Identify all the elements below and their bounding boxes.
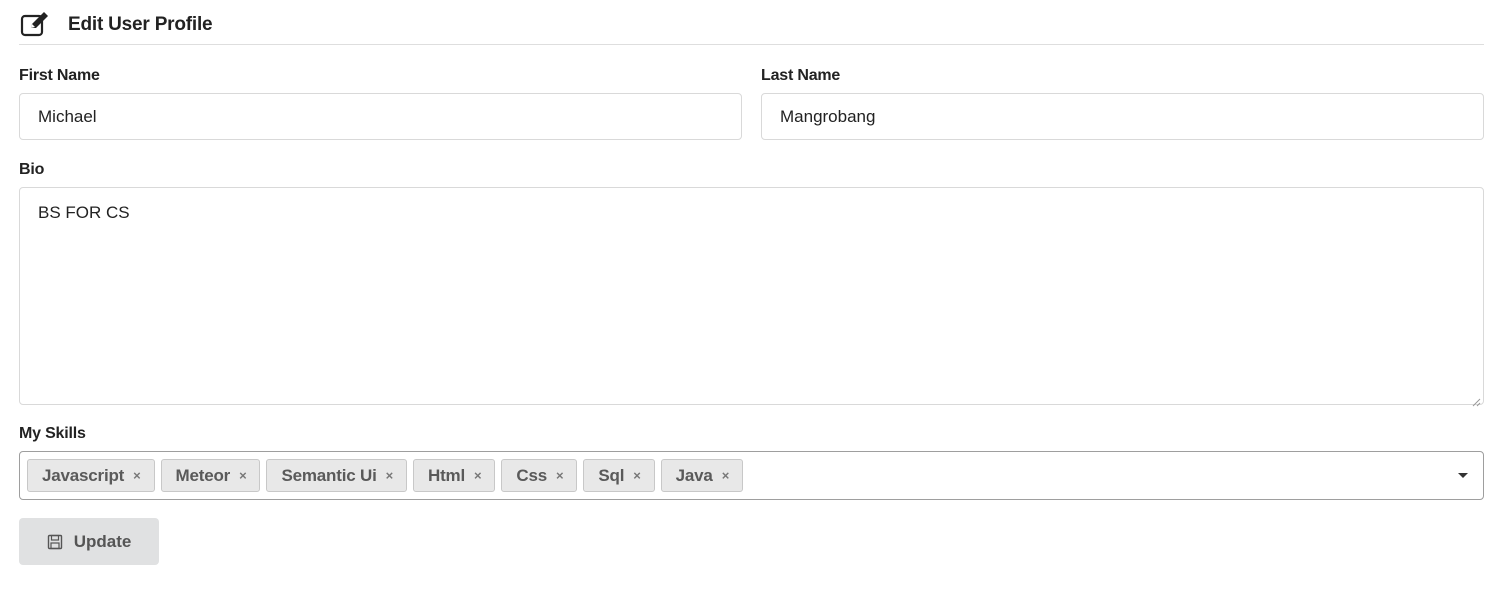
resize-handle-icon[interactable] — [1471, 392, 1481, 407]
skill-chip: Html × — [413, 459, 496, 492]
last-name-input[interactable]: Mangrobang — [761, 93, 1484, 140]
remove-skill-icon[interactable]: × — [633, 469, 641, 482]
skills-multiselect[interactable]: Javascript × Meteor × Semantic Ui × Html… — [19, 451, 1484, 500]
skill-chip: Java × — [660, 459, 744, 492]
skills-field: My Skills Javascript × Meteor × Semantic… — [19, 425, 1484, 500]
remove-skill-icon[interactable]: × — [722, 469, 730, 482]
remove-skill-icon[interactable]: × — [133, 469, 141, 482]
remove-skill-icon[interactable]: × — [474, 469, 482, 482]
skill-chip: Meteor × — [160, 459, 261, 492]
skill-chip-label: Java — [675, 465, 713, 485]
skill-chip: Semantic Ui × — [266, 459, 408, 492]
save-icon — [47, 534, 63, 550]
update-button-label: Update — [73, 531, 132, 551]
skills-label: My Skills — [19, 425, 86, 442]
bio-field: Bio BS FOR CS — [19, 161, 1484, 407]
skill-chip-label: Meteor — [175, 465, 231, 485]
first-name-input[interactable]: Michael — [19, 93, 742, 140]
bio-text: BS FOR CS — [38, 203, 130, 222]
skill-chip-label: Semantic Ui — [281, 465, 377, 485]
first-name-field: First Name Michael — [19, 67, 742, 140]
bio-label: Bio — [19, 161, 45, 178]
skill-chip-label: Html — [428, 465, 465, 485]
edit-profile-form: Edit User Profile First Name Michael Las… — [19, 0, 1484, 565]
remove-skill-icon[interactable]: × — [386, 469, 394, 482]
bio-textarea[interactable]: BS FOR CS — [19, 187, 1484, 407]
skill-chip-label: Javascript — [42, 465, 125, 485]
remove-skill-icon[interactable]: × — [556, 469, 564, 482]
last-name-label: Last Name — [761, 67, 841, 84]
caret-down-icon[interactable] — [1458, 473, 1468, 478]
edit-icon — [20, 12, 50, 38]
skill-chip: Sql × — [583, 459, 655, 492]
page-title: Edit User Profile — [68, 14, 213, 35]
skill-chip-label: Css — [516, 465, 547, 485]
skill-chip-label: Sql — [598, 465, 625, 485]
skill-chip: Javascript × — [27, 459, 155, 492]
form-header: Edit User Profile — [19, 0, 1484, 45]
remove-skill-icon[interactable]: × — [239, 469, 247, 482]
first-name-label: First Name — [19, 67, 100, 84]
update-button[interactable]: Update — [19, 518, 159, 565]
last-name-field: Last Name Mangrobang — [761, 67, 1484, 140]
skill-chip: Css × — [501, 459, 578, 492]
